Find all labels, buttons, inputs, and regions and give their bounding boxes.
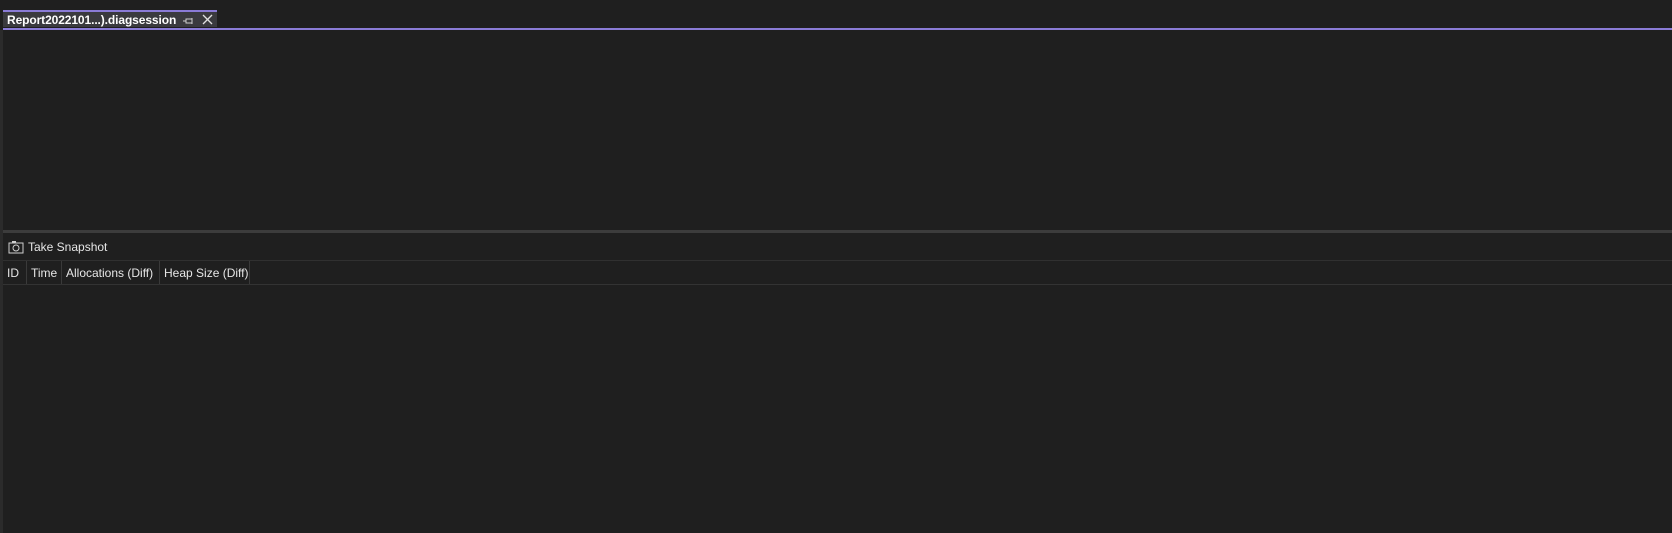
pane-splitter[interactable]	[3, 230, 1672, 233]
pin-icon[interactable]	[183, 14, 195, 26]
document-tab-title: Report2022101...).diagsession	[7, 12, 177, 27]
diagnostic-session-window: Report2022101...).diagsession Take Snaps…	[0, 0, 1672, 533]
camera-icon	[8, 240, 24, 254]
take-snapshot-button[interactable]: Take Snapshot	[3, 236, 111, 258]
close-icon[interactable]	[201, 13, 214, 26]
document-tab-strip: Report2022101...).diagsession	[0, 0, 1672, 28]
column-header-time[interactable]: Time	[27, 261, 62, 284]
column-header-heap-size[interactable]: Heap Size (Diff)	[160, 261, 250, 284]
snapshot-table-header: ID Time Allocations (Diff) Heap Size (Di…	[3, 261, 1672, 285]
snapshot-toolbar: Take Snapshot	[3, 234, 1672, 261]
snapshot-table-body	[3, 285, 1672, 533]
column-header-id[interactable]: ID	[3, 261, 27, 284]
document-tab[interactable]: Report2022101...).diagsession	[3, 10, 217, 27]
diagnostic-graph-pane	[3, 30, 1672, 230]
column-header-allocations[interactable]: Allocations (Diff)	[62, 261, 160, 284]
take-snapshot-label: Take Snapshot	[28, 240, 108, 254]
